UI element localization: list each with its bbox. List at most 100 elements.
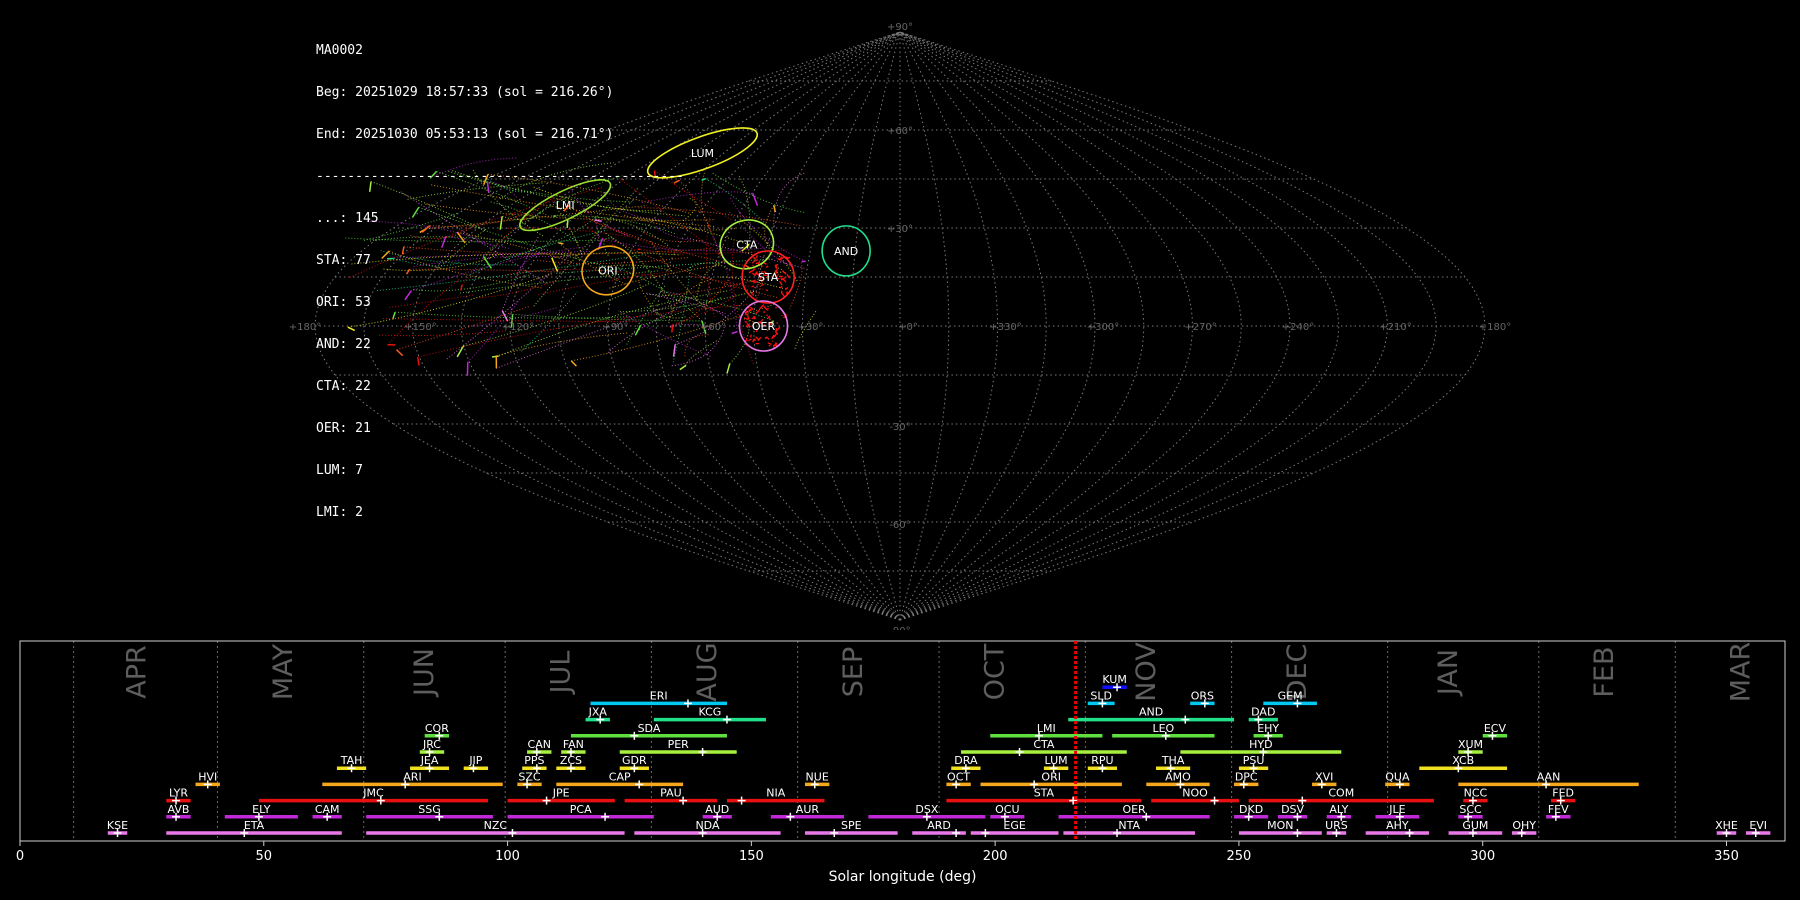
shower-label: EHY (1257, 722, 1279, 735)
meridian-line (850, 31, 901, 621)
count-line: AND: 22 (316, 337, 371, 352)
info-panel: MA0002 Beg: 20251029 18:57:33 (sol = 216… (316, 16, 684, 534)
shower-label: NDA (695, 819, 720, 832)
shower-label: KUM (1102, 673, 1126, 686)
shower-label: AMO (1165, 770, 1191, 783)
shower-label: NIA (766, 787, 785, 800)
meteor-segment (781, 292, 786, 298)
shower-label: AUR (796, 803, 820, 816)
meteor-segment (760, 283, 764, 287)
meteor-segment (766, 314, 769, 317)
meteor-segment (748, 338, 752, 342)
shower-label: AUD (705, 803, 729, 816)
shower-label: SZC (518, 770, 541, 783)
meteor-segment (726, 363, 731, 374)
meteor-segment (766, 309, 769, 311)
end-time: End: 20251030 05:53:13 (sol = 216.71°) (316, 127, 614, 142)
month-label: NOV (1131, 642, 1162, 702)
meteor-segment (763, 305, 768, 311)
meteor-segment (758, 260, 761, 265)
lon-tick-label: +300° (1087, 322, 1119, 333)
shower-label: AVB (168, 803, 190, 816)
sky-map-chart: LUMLMIORICTASTAANDOER +180° +150° +120° +90… (289, 22, 1511, 630)
shower-label: XHE (1715, 819, 1738, 832)
month-label: JUN (409, 648, 440, 698)
lat-tick-label: +30° (887, 224, 913, 235)
meteor-segment (744, 321, 748, 323)
meteor-segment (752, 264, 754, 267)
shower-label: SLD (1090, 689, 1112, 702)
shower-label: ARI (403, 770, 421, 783)
x-tick-label: 150 (739, 849, 764, 864)
shower-label: CAP (609, 770, 631, 783)
meteor-segment (773, 343, 777, 348)
count-line: LMI: 2 (316, 505, 363, 520)
shower-label: URS (1325, 819, 1348, 832)
shower-label: ECV (1484, 722, 1507, 735)
shower-label: ZCS (560, 754, 582, 767)
shower-label: PPS (524, 754, 544, 767)
lon-tick-label: +60° (700, 322, 726, 333)
x-tick-label: 100 (495, 849, 520, 864)
meteor-segment (745, 337, 748, 342)
meteor-segment (751, 291, 754, 294)
shower-label: OCU (995, 803, 1019, 816)
meteor-segment (751, 285, 754, 288)
shower-label: COR (425, 722, 449, 735)
lon-tick-label: +30° (797, 322, 823, 333)
shower-label: DPC (1235, 770, 1258, 783)
month-label: FEB (1589, 646, 1620, 697)
lat-tick-label: -30° (889, 422, 910, 433)
begin-time: Beg: 20251029 18:57:33 (sol = 216.26°) (316, 85, 614, 100)
shower-label: KSE (107, 819, 128, 832)
meteor-trail (682, 198, 697, 222)
meteor-segment (786, 273, 791, 279)
shower-label: GEM (1278, 689, 1303, 702)
shower-label: QUA (1385, 770, 1410, 783)
x-tick-label: 200 (983, 849, 1008, 864)
meteor-segment (767, 315, 771, 319)
shower-label: JIP (468, 754, 482, 767)
meteor-trail (705, 178, 770, 228)
month-label: OCT (980, 643, 1011, 700)
lon-tick-label: +270° (1184, 322, 1216, 333)
shower-label: JPE (552, 787, 570, 800)
meteor-trail (712, 172, 805, 213)
x-tick-label: 250 (1227, 849, 1252, 864)
shower-label: EVI (1749, 819, 1767, 832)
shower-label: LUM (1045, 754, 1068, 767)
shower-label: SPE (841, 819, 862, 832)
meteor-segment (775, 327, 778, 332)
meteor-segment (776, 322, 779, 325)
meteor-segment (731, 330, 738, 335)
count-line: ...: 145 (316, 211, 379, 226)
month-label: JAN (1433, 649, 1464, 697)
shower-label: XVI (1315, 770, 1333, 783)
shower-label: FEV (1548, 803, 1569, 816)
count-line: CTA: 22 (316, 379, 371, 394)
x-tick-label: 350 (1714, 849, 1739, 864)
shower-label: LMI (1037, 722, 1056, 735)
x-tick-label: 50 (256, 849, 273, 864)
meteor-segment (781, 256, 785, 260)
shower-label: AHY (1386, 819, 1409, 832)
shower-label: ERI (650, 689, 668, 702)
meteor-segment (757, 283, 759, 286)
x-tick-label: 300 (1470, 849, 1495, 864)
meteor-segment (779, 285, 783, 289)
meteor-segment (752, 279, 756, 282)
shower-label: CTA (1033, 738, 1055, 751)
lat-tick-label: +90° (887, 22, 913, 33)
shower-label: NCC (1464, 787, 1488, 800)
shower-label: ORI (1041, 770, 1061, 783)
shower-label: ALY (1329, 803, 1348, 816)
month-label: MAR (1726, 642, 1757, 703)
meteor-trail (675, 285, 758, 345)
shower-label: DSV (1281, 803, 1304, 816)
radiant-label: OER (752, 320, 776, 333)
month-label: MAY (268, 643, 299, 700)
shower-label: AAN (1537, 770, 1561, 783)
shower-label: OCT (947, 770, 970, 783)
meteor-segment (767, 342, 772, 346)
shower-label: JLE (1388, 803, 1405, 816)
